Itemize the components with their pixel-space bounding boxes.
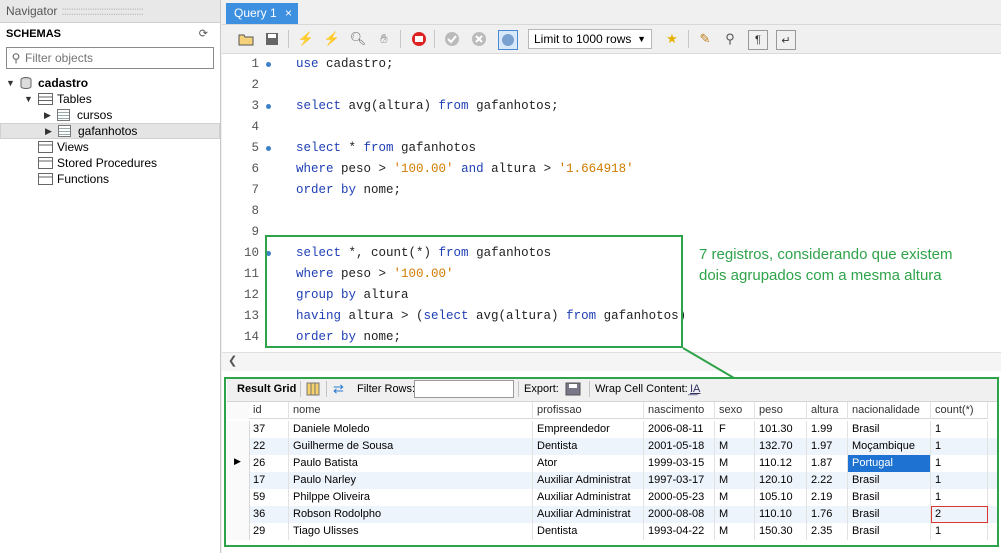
annotation-box-results bbox=[224, 377, 999, 547]
